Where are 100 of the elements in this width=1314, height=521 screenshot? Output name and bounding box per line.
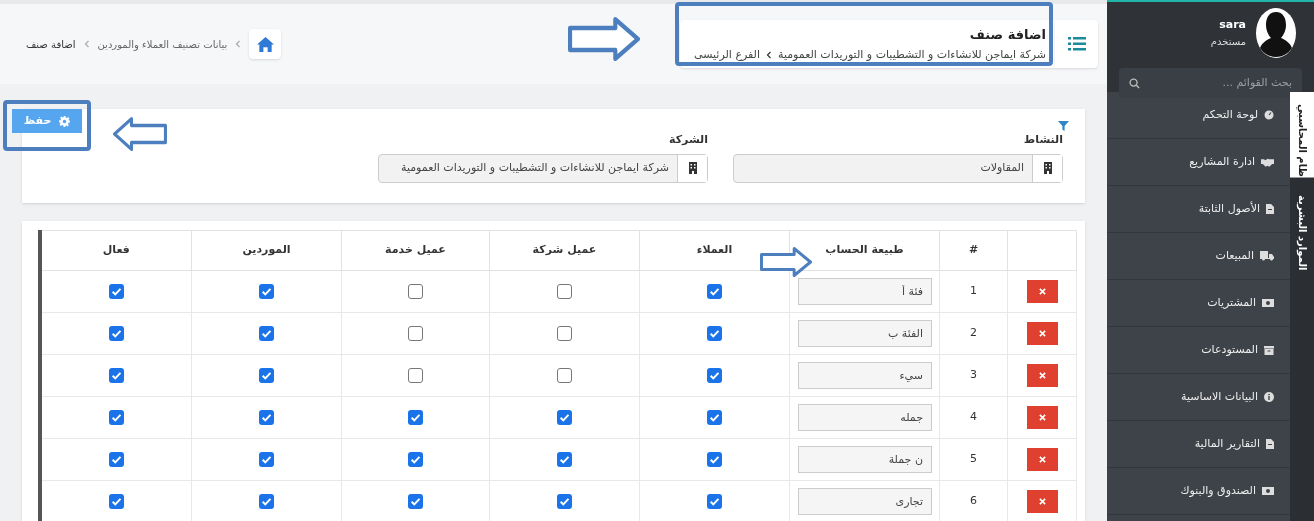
menu-item[interactable]: البيانات الاساسية (1107, 374, 1290, 421)
annotation-arrow (760, 247, 812, 277)
text-input[interactable]: تجارى (798, 488, 932, 515)
text-input[interactable]: الفئة ب (798, 320, 932, 347)
file-icon (1266, 204, 1274, 214)
filter-icon[interactable] (1058, 121, 1069, 131)
checkbox[interactable] (259, 367, 274, 383)
list-icon (1067, 37, 1086, 51)
checkbox[interactable] (259, 451, 274, 467)
checkbox[interactable] (557, 283, 572, 299)
user-name: sara (1218, 17, 1246, 34)
archive-icon (1264, 345, 1274, 355)
annotation-arrow (113, 117, 167, 151)
close-icon (1038, 498, 1046, 505)
checkmark-icon (110, 285, 122, 297)
checkbox[interactable] (408, 367, 423, 383)
breadcrumb-current: اضافة صنف (26, 37, 76, 52)
search-field[interactable]: بحث القوائم ... (1119, 68, 1302, 98)
checkmark-icon (410, 411, 421, 423)
checkbox[interactable] (557, 367, 572, 383)
text-input[interactable]: سيء (798, 362, 932, 389)
checkmark-icon (261, 453, 272, 465)
checkmark-icon (110, 369, 122, 381)
side-tab[interactable]: ظام المحاسبي (1290, 92, 1314, 178)
menu-item[interactable]: المبيعات (1107, 233, 1290, 280)
row-number: 3 (939, 354, 1008, 397)
checkbox[interactable] (408, 283, 423, 299)
checkbox[interactable] (557, 325, 572, 341)
company-name: شركة ايماجن للانشاءات و التشطيبات و التوريدات العمومية (778, 47, 1046, 63)
checkbox[interactable] (408, 493, 423, 509)
delete-button[interactable] (1026, 490, 1058, 513)
menu-item[interactable]: المشتريات (1107, 280, 1290, 327)
banknote-icon (1262, 299, 1274, 307)
checkbox[interactable] (259, 325, 274, 341)
menu-item[interactable]: ادارة المشاريع (1107, 139, 1290, 186)
checkmark-icon (110, 411, 122, 423)
building-icon (687, 162, 698, 174)
avatar-silhouette (1256, 8, 1296, 58)
select-field[interactable]: شركة ايماجن للانشاءات و التشطيبات و التوريدات العمومية (378, 153, 708, 183)
checkmark-icon (261, 369, 272, 381)
checkbox[interactable] (557, 409, 572, 425)
checkbox[interactable] (259, 409, 274, 425)
checkbox[interactable] (259, 283, 274, 299)
branch-name: الفرع الرئيسى (694, 47, 760, 63)
checkmark-icon (559, 495, 570, 507)
checkbox[interactable] (707, 283, 722, 299)
menu-item[interactable]: المستودعات (1107, 327, 1290, 374)
close-icon (1038, 372, 1046, 379)
checkmark-icon (709, 495, 720, 507)
field-label: النشاط (1022, 132, 1063, 148)
checkbox[interactable] (707, 367, 722, 383)
checkbox[interactable] (108, 493, 124, 509)
checkbox[interactable] (707, 493, 722, 509)
info-icon (1264, 392, 1274, 402)
checkbox[interactable] (557, 451, 572, 467)
checkmark-icon (110, 453, 122, 465)
menu-item[interactable]: التقارير المالية (1107, 421, 1290, 468)
delete-button[interactable] (1026, 448, 1058, 471)
checkbox[interactable] (707, 409, 722, 425)
delete-button[interactable] (1026, 280, 1058, 303)
checkbox[interactable] (108, 367, 124, 383)
column-header: عميل خدمة (341, 230, 490, 271)
handshake-icon (1261, 157, 1274, 167)
checkmark-icon (709, 411, 720, 423)
checkbox[interactable] (408, 409, 423, 425)
checkbox[interactable] (108, 451, 124, 467)
gauge-icon (1264, 110, 1274, 120)
menu-item[interactable]: الصندوق والبنوك (1107, 468, 1290, 515)
breadcrumb-link[interactable]: بيانات تصنيف العملاء والموردين (97, 36, 228, 52)
checkbox[interactable] (108, 283, 124, 299)
checkmark-icon (709, 327, 720, 339)
menu-item[interactable]: الأصول الثابتة (1107, 186, 1290, 233)
checkmark-icon (559, 411, 570, 423)
checkbox[interactable] (557, 493, 572, 509)
checkmark-icon (261, 495, 272, 507)
column-header: # (939, 230, 1008, 271)
home-icon (256, 36, 274, 52)
checkbox[interactable] (707, 325, 722, 341)
checkmark-icon (110, 495, 122, 507)
close-icon (1038, 456, 1046, 463)
search-icon (1129, 77, 1140, 89)
checkbox[interactable] (108, 409, 124, 425)
checkbox[interactable] (707, 451, 722, 467)
text-input[interactable]: ن جملة (798, 446, 932, 473)
row-number: 1 (939, 270, 1008, 313)
home-button[interactable] (249, 29, 282, 59)
menu-item[interactable]: لوحة التحكم (1107, 92, 1290, 139)
delete-button[interactable] (1026, 406, 1058, 429)
delete-button[interactable] (1026, 364, 1058, 387)
checkbox[interactable] (259, 493, 274, 509)
checkbox[interactable] (108, 325, 124, 341)
select-field[interactable]: المقاولات (733, 153, 1063, 183)
checkbox[interactable] (408, 325, 423, 341)
checkbox[interactable] (408, 451, 423, 467)
chevron-icon (235, 40, 242, 48)
text-input[interactable]: جمله (798, 404, 932, 431)
delete-button[interactable] (1026, 322, 1058, 345)
checkmark-icon (261, 411, 272, 423)
checkmark-icon (261, 285, 272, 297)
file-icon (1266, 439, 1274, 449)
